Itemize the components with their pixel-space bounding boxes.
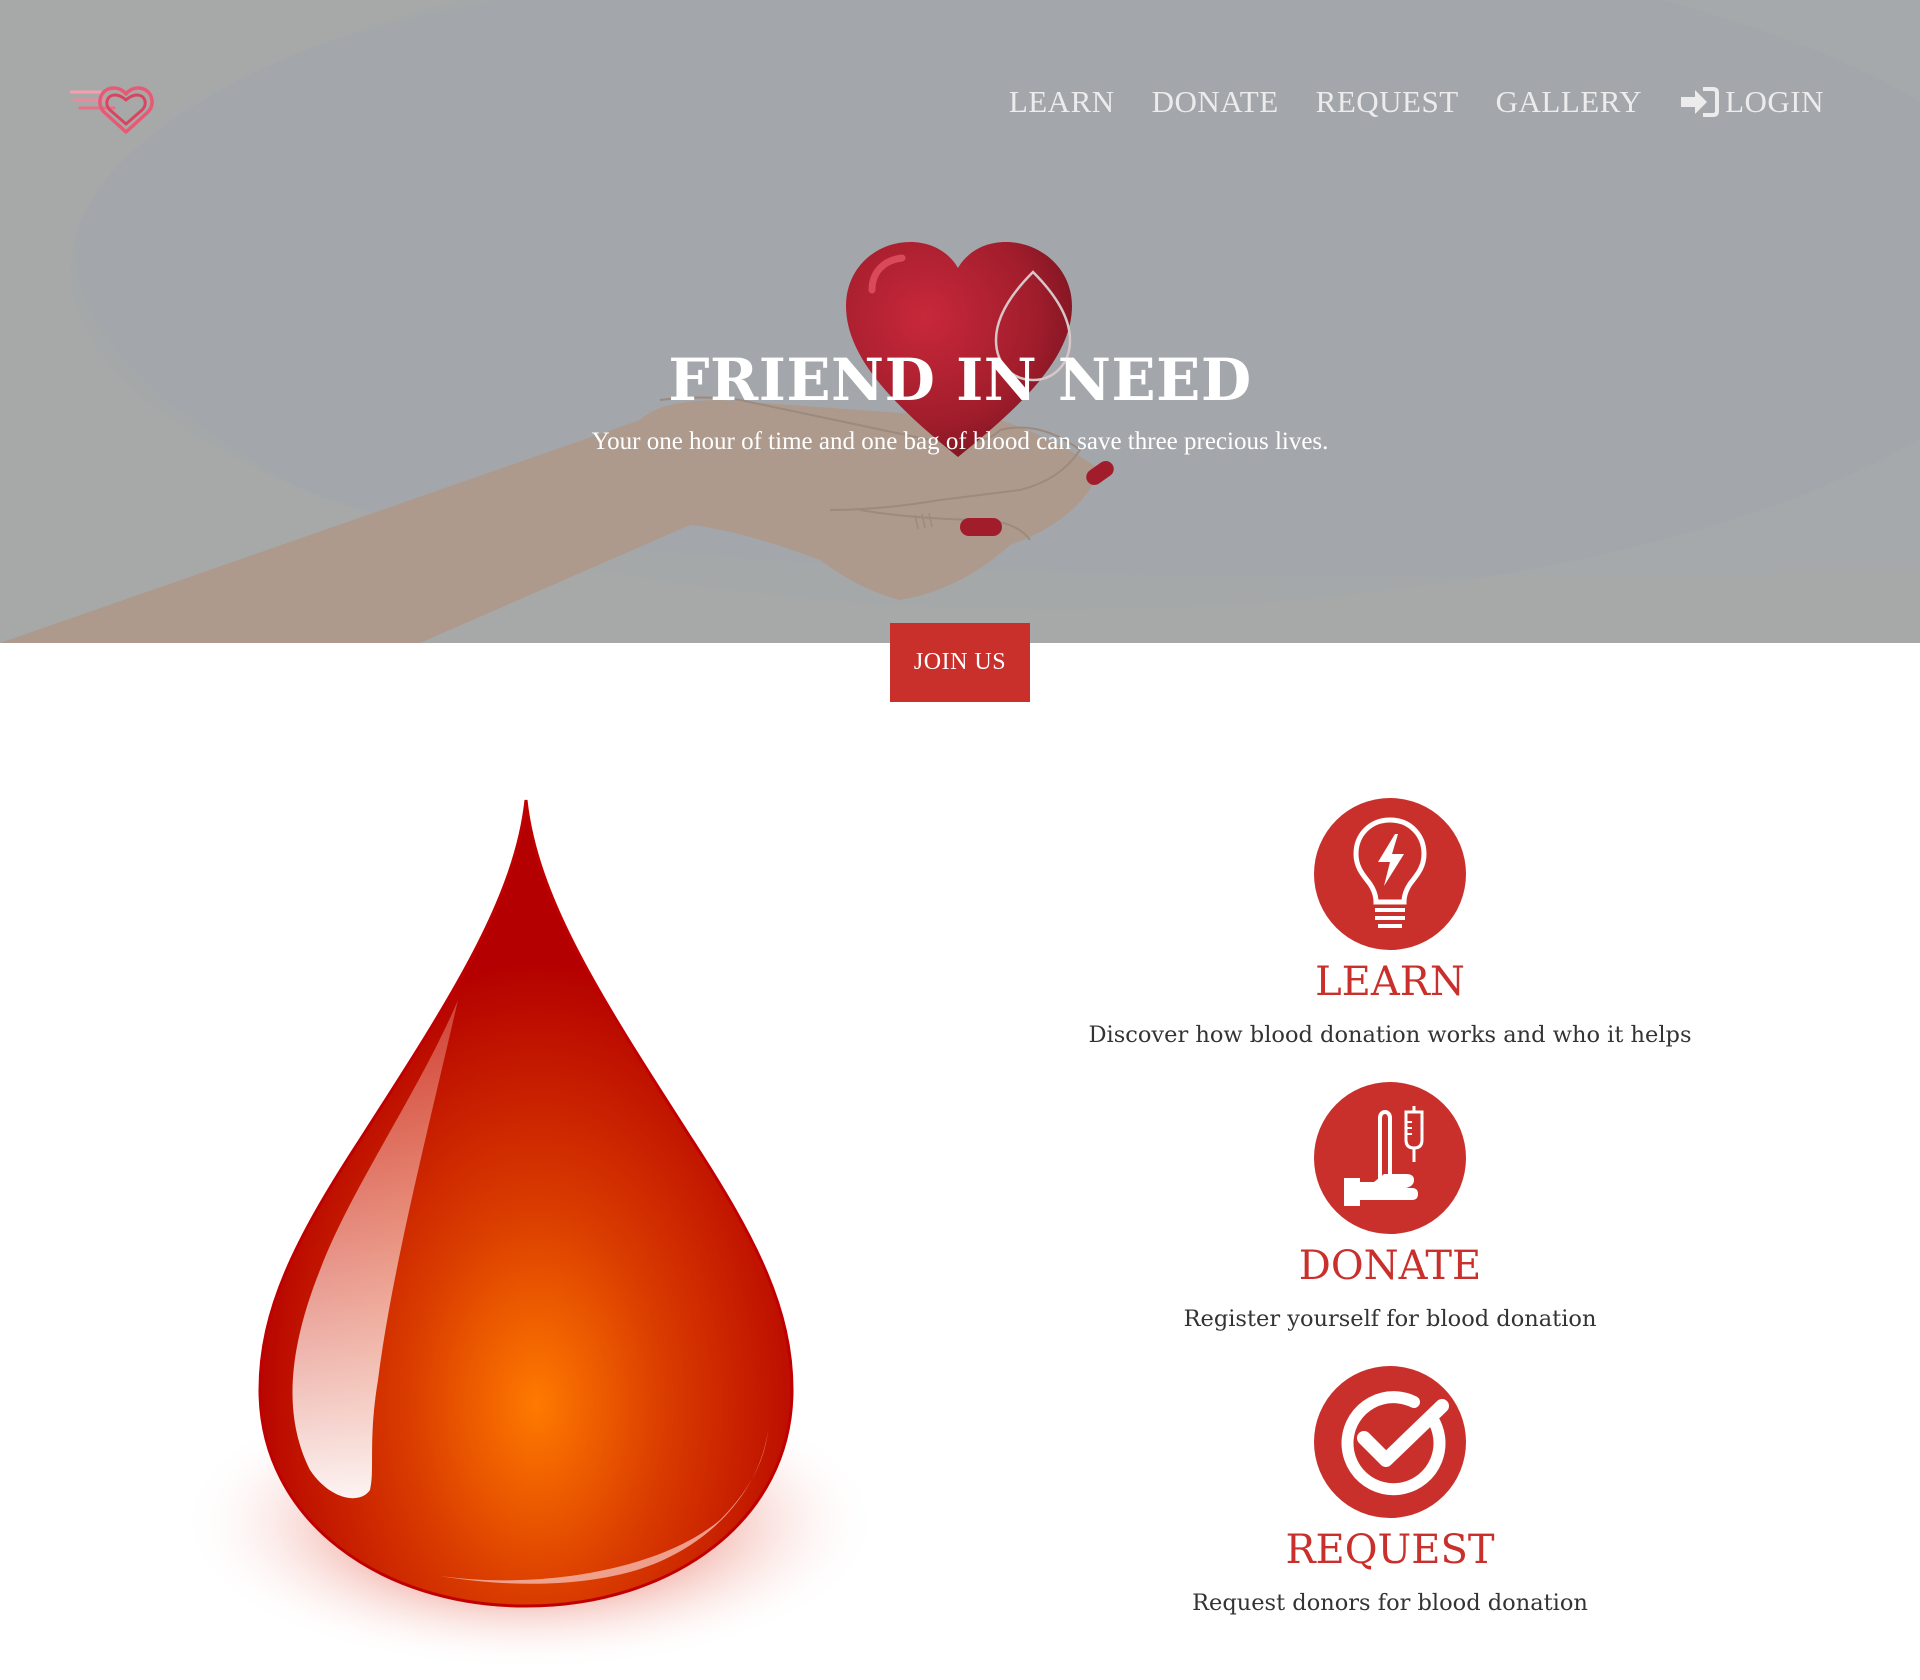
lightbulb-icon[interactable] bbox=[1314, 798, 1466, 950]
feature-request: REQUEST Request donors for blood donatio… bbox=[1040, 1366, 1740, 1616]
nav-request-link[interactable]: REQUEST bbox=[1316, 84, 1459, 120]
nav-learn-link[interactable]: LEARN bbox=[1009, 84, 1115, 120]
feature-request-title[interactable]: REQUEST bbox=[1285, 1528, 1494, 1572]
nav-gallery-link[interactable]: GALLERY bbox=[1496, 84, 1642, 120]
login-icon bbox=[1681, 87, 1720, 117]
donation-icon[interactable] bbox=[1314, 1082, 1466, 1234]
feature-request-description: Request donors for blood donation bbox=[1192, 1590, 1588, 1616]
feature-donate-description: Register yourself for blood donation bbox=[1183, 1306, 1597, 1332]
feature-learn-title[interactable]: LEARN bbox=[1315, 960, 1465, 1004]
feature-donate-title[interactable]: DONATE bbox=[1299, 1244, 1481, 1288]
hero-subtitle: Your one hour of time and one bag of blo… bbox=[591, 428, 1329, 455]
main-nav: LEARN DONATE REQUEST GALLERY LOGIN bbox=[972, 84, 1824, 120]
checkmark-icon[interactable] bbox=[1314, 1366, 1466, 1518]
join-us-button[interactable]: JOIN US bbox=[890, 623, 1030, 702]
blood-drop-illustration bbox=[180, 799, 880, 1670]
hero-section: LEARN DONATE REQUEST GALLERY LOGIN FRIEN… bbox=[0, 0, 1920, 643]
feature-learn: LEARN Discover how blood donation works … bbox=[1040, 798, 1740, 1048]
nav-donate-link[interactable]: DONATE bbox=[1152, 84, 1279, 120]
nav-login-link[interactable]: LOGIN bbox=[1679, 84, 1824, 120]
feature-donate: DONATE Register yourself for blood donat… bbox=[1040, 1082, 1740, 1332]
feature-learn-description: Discover how blood donation works and wh… bbox=[1088, 1022, 1692, 1048]
login-label: LOGIN bbox=[1725, 84, 1824, 119]
hero-title: FRIEND IN NEED bbox=[668, 346, 1252, 414]
heart-logo-icon[interactable] bbox=[70, 80, 156, 136]
